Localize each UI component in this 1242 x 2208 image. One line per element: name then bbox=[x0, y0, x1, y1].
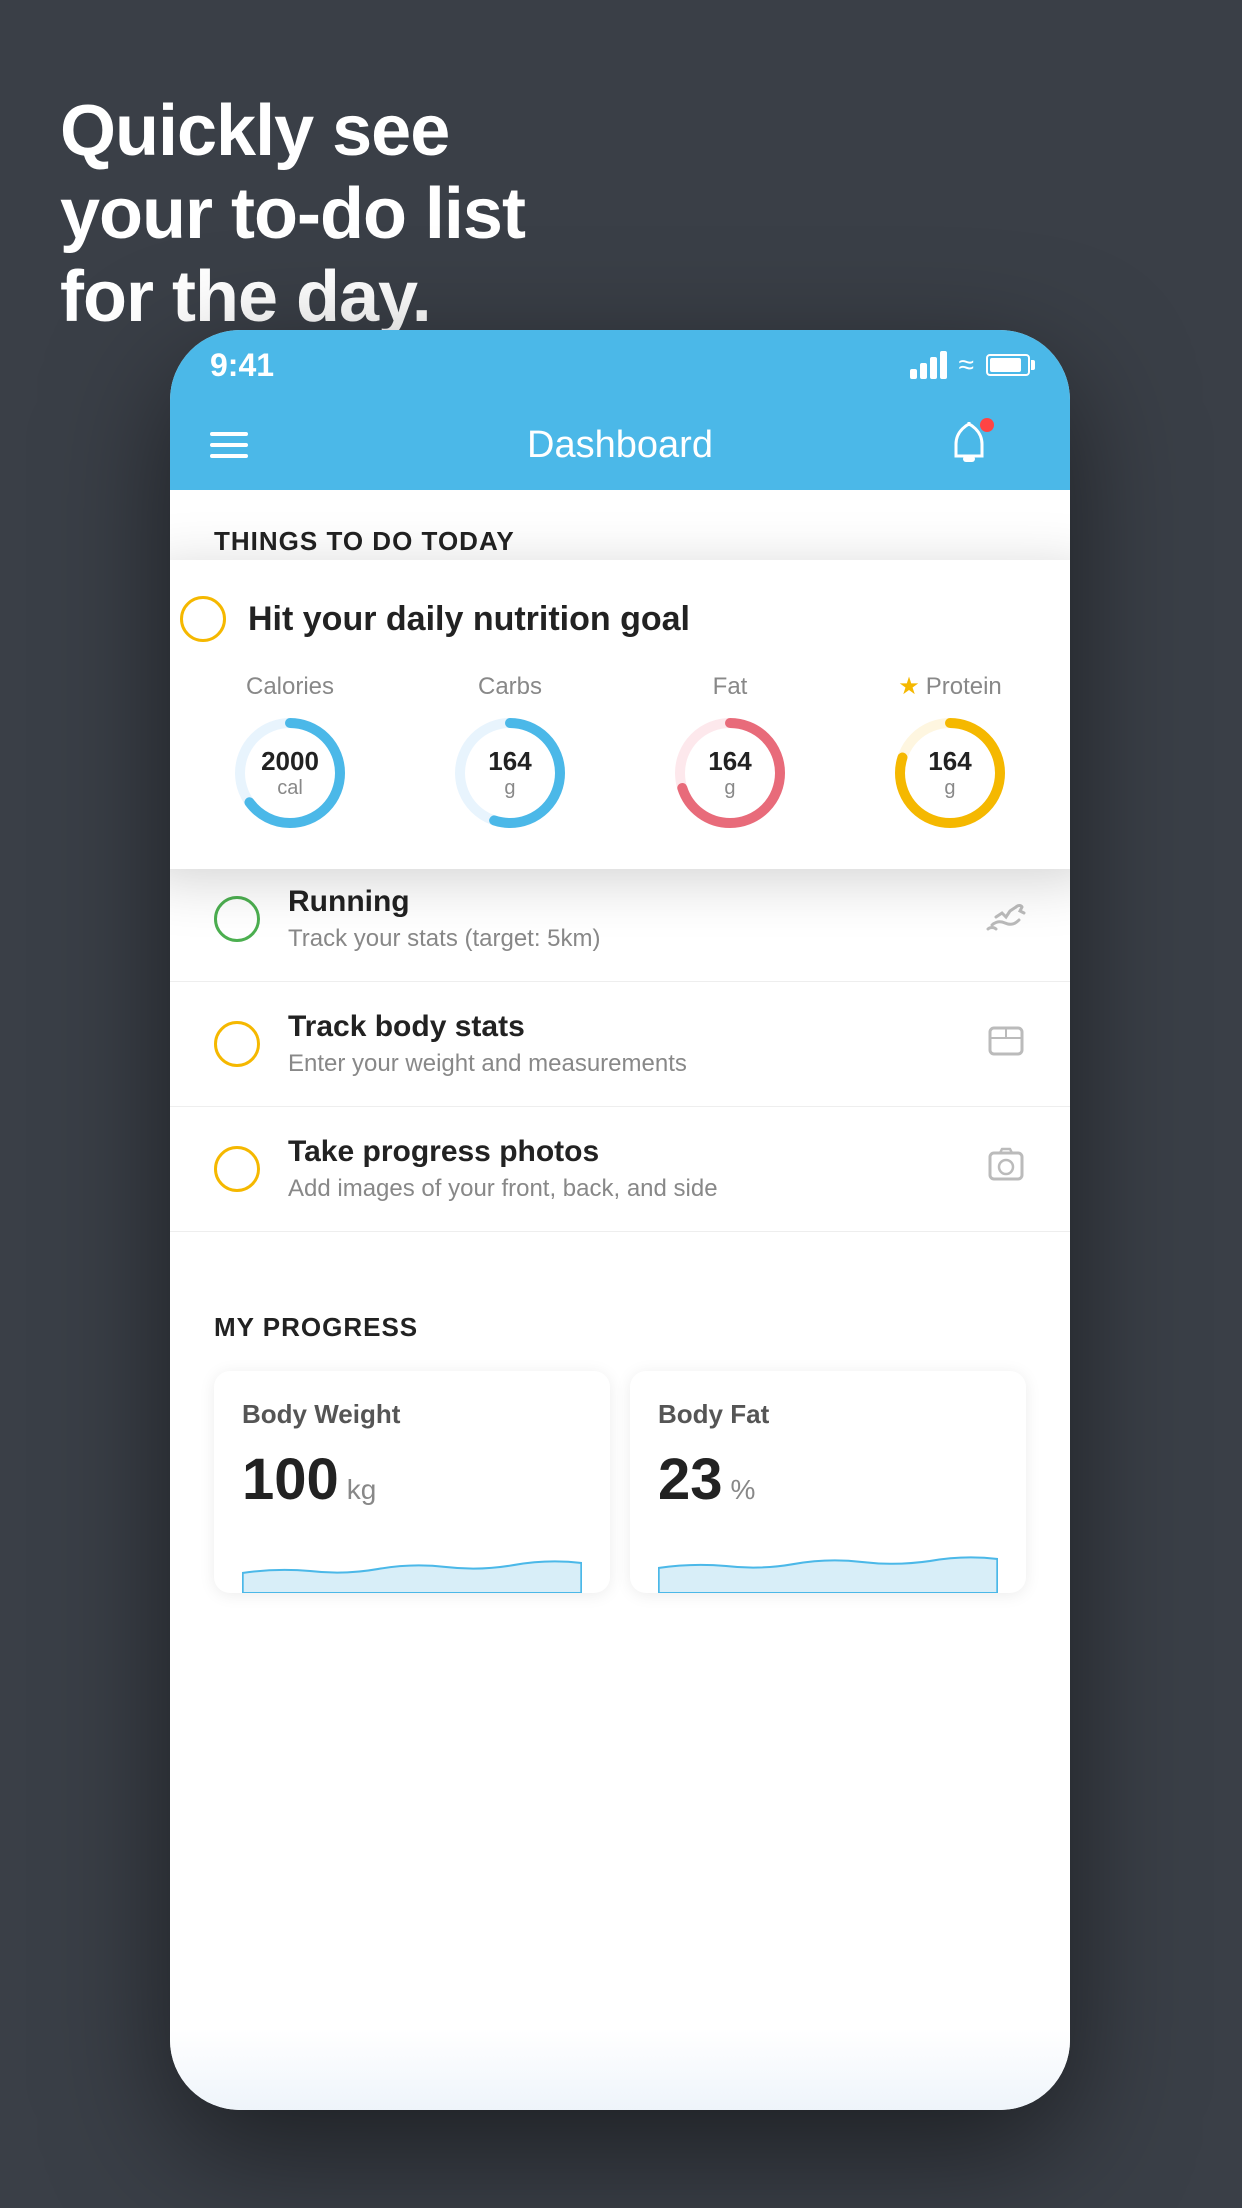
todo-text-running: Running Track your stats (target: 5km) bbox=[288, 885, 958, 953]
body-fat-value: 23 % bbox=[658, 1446, 998, 1513]
phone-frame: 9:41 ≈ Dashboard bbox=[170, 330, 1070, 2110]
carbs-label: Carbs bbox=[478, 673, 542, 701]
photo-icon bbox=[986, 1145, 1026, 1194]
body-weight-number: 100 bbox=[242, 1446, 339, 1513]
fat-label: Fat bbox=[713, 673, 748, 701]
status-bar: 9:41 ≈ bbox=[170, 330, 1070, 400]
body-fat-unit: % bbox=[731, 1474, 756, 1506]
running-icon bbox=[986, 897, 1026, 942]
bell-button[interactable] bbox=[988, 422, 1030, 468]
bottom-gradient bbox=[170, 2030, 1070, 2110]
fat-ring: 164 g bbox=[670, 713, 790, 833]
body-weight-title: Body Weight bbox=[242, 1399, 582, 1430]
todo-text-photos: Take progress photos Add images of your … bbox=[288, 1135, 958, 1203]
nutrition-card: Hit your daily nutrition goal Calories 2… bbox=[170, 560, 1070, 869]
scale-icon bbox=[986, 1020, 1026, 1069]
nutrition-checkbox[interactable] bbox=[180, 596, 226, 642]
nav-bar: Dashboard bbox=[170, 400, 1070, 490]
body-fat-title: Body Fat bbox=[658, 1399, 998, 1430]
hero-line3: for the day. bbox=[60, 256, 525, 339]
signal-icon bbox=[910, 351, 947, 379]
todo-circle-body-stats bbox=[214, 1021, 260, 1067]
star-icon: ★ bbox=[898, 672, 920, 701]
body-fat-chart bbox=[658, 1533, 998, 1593]
carbs-chart: Carbs 164 g bbox=[450, 673, 570, 833]
nutrition-card-header: Hit your daily nutrition goal bbox=[180, 596, 1060, 642]
protein-chart: ★ Protein 164 g bbox=[890, 672, 1010, 833]
calories-chart: Calories 2000 cal bbox=[230, 673, 350, 833]
todo-desc-body-stats: Enter your weight and measurements bbox=[288, 1050, 958, 1078]
progress-cards: Body Weight 100 kg Body Fat 23 bbox=[214, 1371, 1026, 1593]
body-weight-chart bbox=[242, 1533, 582, 1593]
nutrition-title: Hit your daily nutrition goal bbox=[248, 600, 690, 639]
calories-ring: 2000 cal bbox=[230, 713, 350, 833]
fat-value: 164 g bbox=[708, 746, 751, 800]
battery-icon bbox=[986, 354, 1030, 376]
todo-name-photos: Take progress photos bbox=[288, 1135, 958, 1169]
body-weight-card[interactable]: Body Weight 100 kg bbox=[214, 1371, 610, 1593]
progress-header: MY PROGRESS bbox=[214, 1312, 1026, 1343]
nutrition-charts: Calories 2000 cal Carbs bbox=[180, 672, 1060, 833]
todo-list: Running Track your stats (target: 5km) T… bbox=[170, 857, 1070, 1232]
protein-value: 164 g bbox=[928, 746, 971, 800]
status-time: 9:41 bbox=[210, 347, 274, 384]
hero-line1: Quickly see bbox=[60, 90, 525, 173]
carbs-value: 164 g bbox=[488, 746, 531, 800]
wifi-icon: ≈ bbox=[959, 349, 974, 381]
body-weight-value: 100 kg bbox=[242, 1446, 582, 1513]
todo-name-body-stats: Track body stats bbox=[288, 1010, 958, 1044]
notification-dot bbox=[980, 418, 994, 432]
nav-title: Dashboard bbox=[527, 424, 713, 467]
todo-text-body-stats: Track body stats Enter your weight and m… bbox=[288, 1010, 958, 1078]
progress-section: MY PROGRESS Body Weight 100 kg Body bbox=[170, 1272, 1070, 1593]
body-fat-card[interactable]: Body Fat 23 % bbox=[630, 1371, 1026, 1593]
protein-ring: 164 g bbox=[890, 713, 1010, 833]
hero-text: Quickly see your to-do list for the day. bbox=[60, 90, 525, 338]
body-fat-number: 23 bbox=[658, 1446, 723, 1513]
menu-button[interactable] bbox=[210, 432, 248, 458]
body-weight-unit: kg bbox=[347, 1474, 377, 1506]
todo-desc-photos: Add images of your front, back, and side bbox=[288, 1175, 958, 1203]
protein-label: ★ Protein bbox=[898, 672, 1002, 701]
calories-label: Calories bbox=[246, 673, 334, 701]
todo-item-photos[interactable]: Take progress photos Add images of your … bbox=[170, 1107, 1070, 1232]
carbs-ring: 164 g bbox=[450, 713, 570, 833]
todo-item-body-stats[interactable]: Track body stats Enter your weight and m… bbox=[170, 982, 1070, 1107]
calories-value: 2000 cal bbox=[261, 746, 319, 800]
hero-line2: your to-do list bbox=[60, 173, 525, 256]
todo-item-running[interactable]: Running Track your stats (target: 5km) bbox=[170, 857, 1070, 982]
todo-circle-running bbox=[214, 896, 260, 942]
app-content: THINGS TO DO TODAY Hit your daily nutrit… bbox=[170, 490, 1070, 2110]
todo-desc-running: Track your stats (target: 5km) bbox=[288, 925, 958, 953]
status-icons: ≈ bbox=[910, 349, 1030, 381]
todo-circle-photos bbox=[214, 1146, 260, 1192]
fat-chart: Fat 164 g bbox=[670, 673, 790, 833]
todo-name-running: Running bbox=[288, 885, 958, 919]
